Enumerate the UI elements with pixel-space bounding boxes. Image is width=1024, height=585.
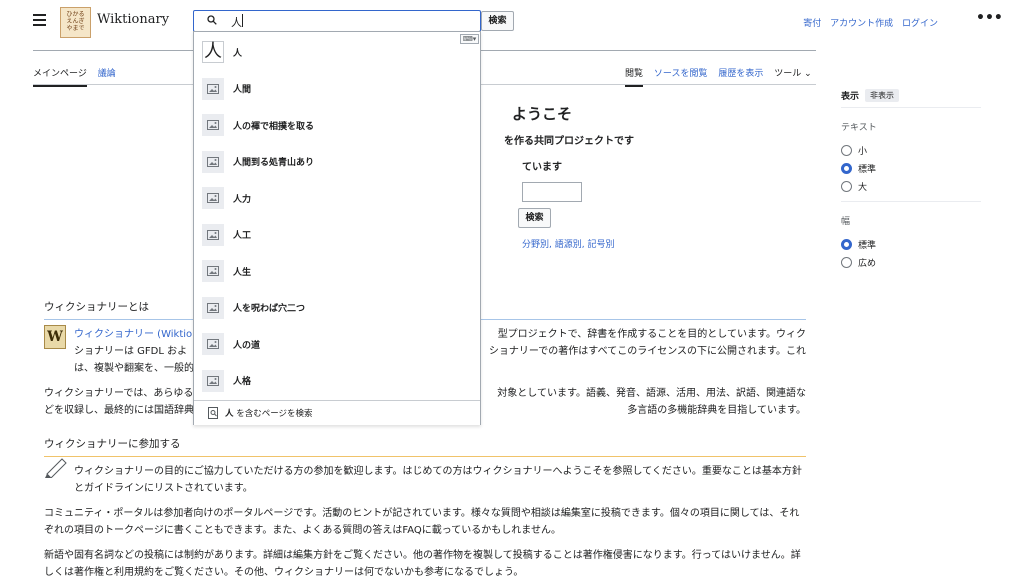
text-size-label: テキスト [841, 123, 877, 133]
entry-search-input[interactable] [522, 182, 582, 202]
suggestion-item[interactable]: 人生 [194, 253, 480, 289]
pencil-icon [45, 458, 67, 478]
about-text-left-1[interactable]: ウィクショナリー (Wiktio [74, 326, 192, 343]
about-text-right-2: ショナリーでの著作はすべてこのライセンスの下に公開されます。これ [488, 346, 806, 357]
search-button[interactable]: 検索 [481, 11, 514, 31]
tab-tools[interactable]: ツール ⌄ [774, 66, 811, 85]
suggestion-label: 人 [233, 48, 243, 59]
suggestion-item[interactable]: 人力 [194, 180, 480, 216]
radio-icon [841, 144, 852, 156]
join-paragraph-3: 新語や固有名詞などの投稿には制約があります。詳細は編集方針をご覧ください。他の著… [44, 550, 801, 578]
suggestion-label: 人の褌で相撲を取る [233, 121, 315, 132]
search-input-value: 人 [231, 16, 242, 29]
suggestion-label: 人工 [233, 231, 252, 241]
text-size-standard[interactable]: 標準 [841, 159, 981, 177]
search-containing-label: 人 を含むページを検索 [225, 409, 313, 419]
suggestion-item[interactable]: 人工 [194, 217, 480, 253]
create-account-link[interactable]: アカウント作成 [830, 19, 893, 29]
suggestion-label: 人を呪わば穴二つ [233, 304, 306, 314]
text-size-large[interactable]: 大 [841, 177, 981, 195]
main-menu-button[interactable] [33, 14, 46, 26]
width-wide[interactable]: 広め [841, 253, 981, 271]
text-size-small[interactable]: 小 [841, 141, 981, 159]
site-logo[interactable]: ひかる えんぎ やまで [60, 7, 91, 38]
tab-view-source[interactable]: ソースを閲覧 [654, 66, 708, 85]
donate-link[interactable]: 寄付 [803, 19, 821, 29]
suggestion-item[interactable]: 人間 [194, 71, 480, 107]
width-label: 幅 [841, 217, 851, 227]
tab-discussion[interactable]: 議論 [98, 66, 116, 85]
suggestion-label: 人間到る処青山あり [233, 158, 315, 168]
about-p2-right-2: 多言語の多機能辞典を目指しています。 [627, 405, 806, 416]
welcome-heading: ようこそ [512, 105, 573, 123]
width-standard[interactable]: 標準 [841, 235, 981, 253]
about-text-right-1: 型プロジェクトで、辞書を作成することを目的としています。ウィク [497, 329, 806, 340]
site-header: ひかる えんぎ やまで Wiktionary 人 検索 寄付 アカウント作成 ログイ… [0, 0, 1024, 46]
image-placeholder-icon [202, 223, 224, 246]
about-p2-left-2: どを収録し、最終的には国語辞典 [44, 405, 194, 416]
image-placeholder-icon [202, 77, 224, 100]
search-icon [207, 15, 217, 25]
category-links[interactable]: 分野別, 語源別, 記号別 [522, 237, 614, 250]
image-placeholder-icon [202, 187, 224, 209]
login-link[interactable]: ログイン [902, 19, 938, 29]
about-p2-right-1: 対象としています。語義、発音、語源、活用、用法、訳語、関連語な [497, 388, 806, 399]
entry-search-button[interactable]: 検索 [518, 208, 551, 228]
suggestion-item[interactable]: 人人 [194, 34, 480, 70]
image-placeholder-icon [202, 296, 224, 319]
hide-appearance-button[interactable]: 非表示 [865, 89, 900, 102]
image-placeholder-icon [202, 260, 224, 282]
radio-selected-icon [841, 162, 852, 174]
suggestion-item[interactable]: 人の道 [194, 326, 480, 362]
appearance-panel: 表示 非表示 テキスト 小 標準 大 幅 標準 広め [841, 89, 981, 271]
welcome-subtitle-2: ています [522, 162, 562, 173]
suggestion-label: 人間 [233, 85, 252, 95]
suggestion-label: 人格 [233, 377, 252, 387]
suggestion-item[interactable]: 人を呪わば穴二つ [194, 290, 480, 326]
suggestion-item[interactable]: 人間到る処青山あり [194, 144, 480, 180]
user-links: 寄付 アカウント作成 ログイン [797, 16, 938, 29]
more-options-icon[interactable]: ••• [976, 11, 1003, 25]
page-search-icon [208, 407, 218, 419]
about-text-left-2: ショナリーは GFDL およ [74, 346, 188, 357]
suggestion-item[interactable]: 人格 [194, 363, 480, 399]
radio-selected-icon [841, 238, 852, 250]
search-containing-pages[interactable]: 人 を含むページを検索 [194, 400, 480, 425]
search-suggestions-dropdown: ⌨▾ 人 を含むページを検索 人人人間 人の褌で相撲を取る 人間到る処青山あり 人力人… [193, 31, 481, 425]
image-placeholder-icon [202, 369, 224, 392]
image-placeholder-icon [202, 333, 224, 355]
about-p2-left-1: ウィクショナリーでは、あらゆる [44, 388, 194, 399]
welcome-subtitle: を作る共同プロジェクトです [504, 136, 634, 147]
appearance-title: 表示 [841, 92, 860, 102]
text-caret [242, 14, 243, 27]
search-input[interactable]: 人 [193, 10, 481, 32]
join-section: ウィクショナリーに参加する ウィクショナリーの目的にご協力していただける方の参加… [44, 436, 806, 585]
tab-history[interactable]: 履歴を表示 [718, 66, 763, 85]
join-heading: ウィクショナリーに参加する [44, 436, 806, 457]
suggestion-label: 人力 [233, 194, 252, 205]
join-paragraph-2: コミュニティ・ポータルは参加者向けのポータルページです。活動のヒントが記されてい… [44, 508, 800, 536]
image-placeholder-icon [202, 150, 224, 173]
join-paragraph-1: ウィクショナリーの目的にご協力していただける方の参加を歓迎します。はじめての方は… [74, 466, 802, 494]
site-wordmark[interactable]: Wiktionary [97, 12, 169, 27]
radio-icon [841, 180, 852, 192]
suggestion-label: 人生 [233, 267, 252, 278]
suggestion-label: 人の道 [233, 340, 261, 351]
kanji-thumbnail: 人 [202, 41, 224, 63]
radio-icon [841, 256, 852, 268]
suggestion-item[interactable]: 人の褌で相撲を取る [194, 107, 480, 143]
image-placeholder-icon [202, 114, 224, 136]
